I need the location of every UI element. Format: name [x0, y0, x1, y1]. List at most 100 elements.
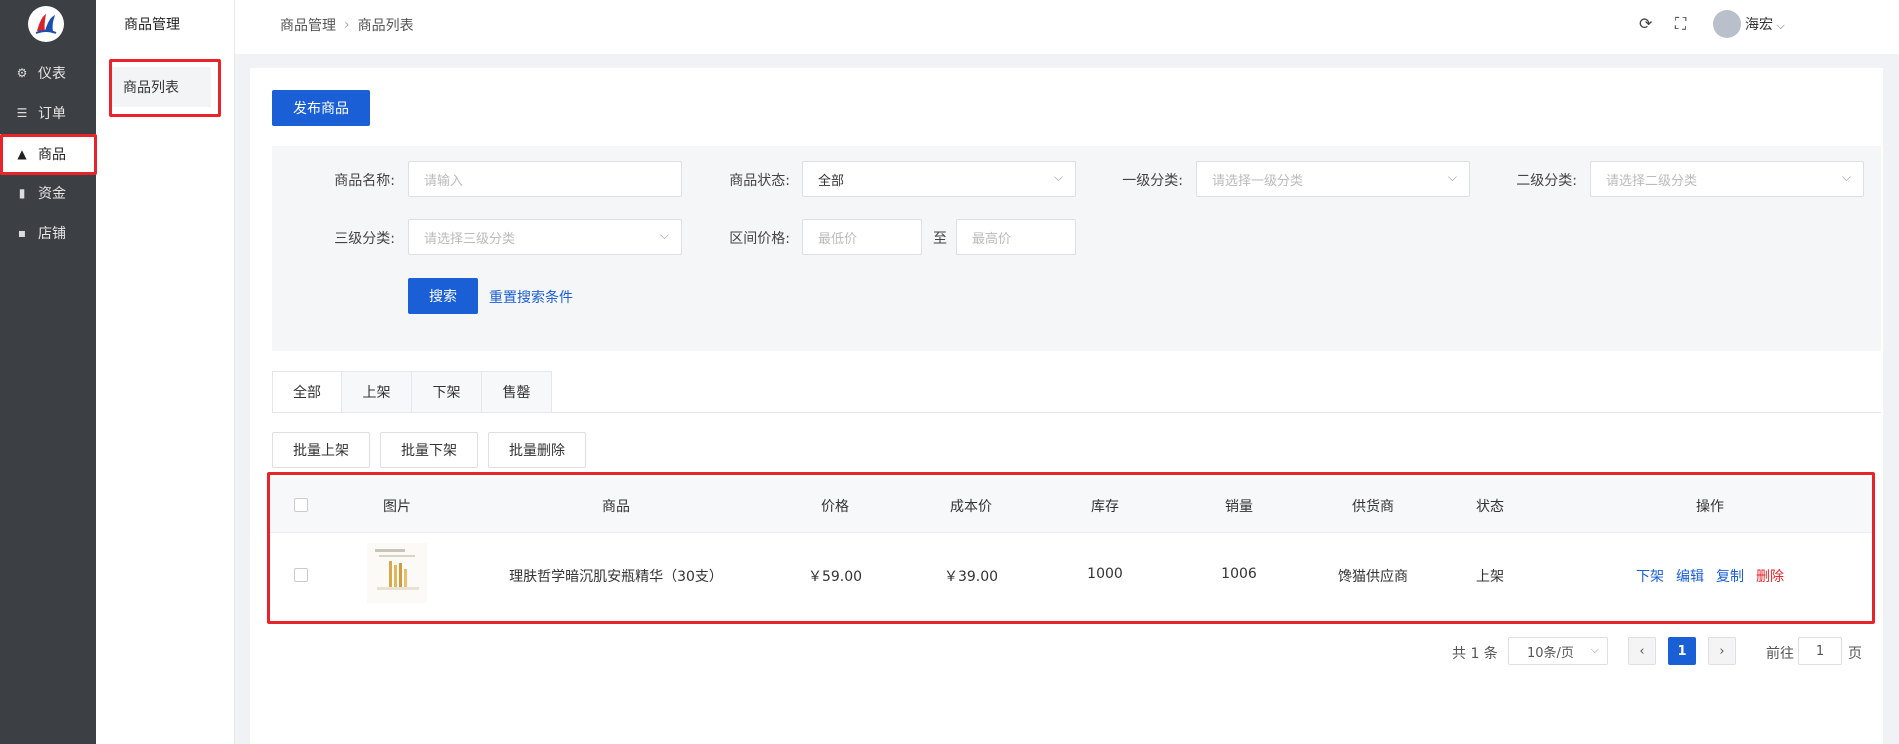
breadcrumb-item[interactable]: 商品管理: [280, 15, 336, 35]
sidebar-item-label: 店铺: [38, 226, 66, 242]
column-header: 商品: [602, 499, 630, 515]
refresh-icon[interactable]: ⟳: [1639, 14, 1652, 33]
sidebar-item-label: 资金: [38, 186, 66, 202]
category-2-select[interactable]: 请选择二级分类 ⌵: [1590, 161, 1864, 197]
column-header: 图片: [383, 499, 411, 515]
max-price-input[interactable]: 最高价: [956, 219, 1076, 255]
avatar[interactable]: [1713, 10, 1741, 38]
column-header: 供货商: [1352, 499, 1394, 515]
min-price-input[interactable]: 最低价: [802, 219, 922, 255]
product-stock: 1000: [1087, 566, 1123, 582]
chevron-down-icon: ⌵: [1590, 643, 1599, 656]
username[interactable]: 海宏 ⌵: [1745, 14, 1785, 34]
product-sales: 1006: [1221, 566, 1257, 582]
product-name-input[interactable]: 请输入: [408, 161, 682, 197]
main-sidebar: ⚙ 仪表 ☰ 订单 ▲ 商品 ▮ 资金 ▪ 店铺: [0, 0, 96, 744]
sidebar-item-label: 订单: [38, 106, 66, 122]
sub-sidebar-title: 商品管理: [124, 17, 180, 33]
cat3-label: 三级分类:: [334, 231, 395, 247]
page-suffix: 页: [1848, 646, 1862, 662]
category-1-select[interactable]: 请选择一级分类 ⌵: [1196, 161, 1470, 197]
bulk-delete-button[interactable]: 批量删除: [488, 432, 586, 468]
product-supplier: 馋猫供应商: [1338, 569, 1408, 585]
cat1-label: 一级分类:: [1122, 173, 1183, 189]
column-header: 价格: [821, 499, 849, 515]
prev-page-button[interactable]: ‹: [1628, 637, 1656, 665]
status-label: 商品状态:: [729, 173, 790, 189]
product-name[interactable]: 理肤哲学暗沉肌安瓶精华（30支）: [509, 566, 723, 586]
category-3-select[interactable]: 请选择三级分类 ⌵: [408, 219, 682, 255]
search-button[interactable]: 搜索: [408, 278, 478, 314]
top-bar: 商品管理 › 商品列表 ⟳ ⛶ 海宏 ⌵: [235, 0, 1899, 54]
column-header: 库存: [1091, 499, 1119, 515]
page-number-button[interactable]: 1: [1668, 637, 1696, 665]
money-icon: ▮: [18, 186, 26, 200]
table-row: 理肤哲学暗沉肌安瓶精华（30支） ￥59.00 ￥39.00 1000 1006…: [270, 533, 1872, 619]
chevron-down-icon: ⌵: [1841, 170, 1851, 184]
chevron-right-icon: ›: [1719, 643, 1725, 659]
sidebar-item-store[interactable]: ▪ 店铺: [0, 213, 96, 253]
breadcrumb: 商品管理 › 商品列表: [280, 15, 414, 35]
fullscreen-icon[interactable]: ⛶: [1675, 14, 1686, 34]
tab-off-shelf[interactable]: 下架: [412, 371, 482, 413]
off-shelf-link[interactable]: 下架: [1636, 566, 1664, 586]
price-to-text: 至: [933, 231, 947, 247]
username-label: 海宏: [1745, 17, 1773, 33]
reset-filters-link[interactable]: 重置搜索条件: [489, 287, 573, 307]
edit-link[interactable]: 编辑: [1676, 566, 1704, 586]
chevron-right-icon: ›: [344, 17, 350, 33]
name-label: 商品名称:: [334, 173, 395, 189]
status-select[interactable]: 全部 ⌵: [802, 161, 1076, 197]
table-header: 图片 商品 价格 成本价 库存 销量 供货商 状态 操作: [270, 477, 1872, 533]
column-header: 销量: [1225, 499, 1253, 515]
goto-page-input[interactable]: 1: [1798, 637, 1842, 665]
total-count: 共 1 条: [1452, 646, 1498, 662]
sidebar-item-orders[interactable]: ☰ 订单: [0, 93, 96, 133]
select-all-checkbox[interactable]: [294, 498, 308, 512]
status-select-value: 全部: [818, 173, 845, 189]
chevron-down-icon: ⌵: [1773, 19, 1785, 32]
tab-all[interactable]: 全部: [272, 371, 342, 413]
product-price: ￥59.00: [807, 569, 863, 585]
column-header: 成本价: [950, 499, 992, 515]
copy-link[interactable]: 复制: [1716, 566, 1744, 586]
sub-sidebar-item-product-list[interactable]: 商品列表: [109, 67, 211, 107]
tab-divider: [272, 412, 1881, 413]
column-header: 状态: [1476, 499, 1504, 515]
gear-icon: ⚙: [16, 66, 28, 80]
delete-link[interactable]: 删除: [1756, 566, 1784, 586]
sidebar-item-funds[interactable]: ▮ 资金: [0, 173, 96, 213]
chevron-down-icon: ⌵: [1053, 170, 1063, 184]
bulk-off-shelf-button[interactable]: 批量下架: [380, 432, 478, 468]
product-thumbnail[interactable]: [367, 543, 427, 603]
sub-sidebar: 商品管理 商品列表: [96, 0, 235, 744]
cat2-label: 二级分类:: [1516, 173, 1577, 189]
sidebar-item-label: 仪表: [38, 66, 66, 82]
sidebar-item-label: 商品: [38, 147, 66, 163]
tab-sold-out[interactable]: 售罄: [482, 371, 552, 413]
chevron-down-icon: ⌵: [1447, 170, 1457, 184]
chevron-left-icon: ‹: [1639, 643, 1645, 659]
page-size-value: 10条/页: [1527, 645, 1574, 661]
publish-product-button[interactable]: 发布商品: [272, 90, 370, 126]
store-icon: ▪: [17, 226, 27, 240]
page-size-select[interactable]: 10条/页 ⌵: [1508, 637, 1608, 665]
category-3-placeholder: 请选择三级分类: [424, 231, 516, 247]
logo[interactable]: [28, 6, 64, 42]
row-checkbox[interactable]: [294, 568, 308, 582]
bag-icon: ▲: [17, 147, 27, 161]
product-status: 上架: [1476, 569, 1504, 585]
column-header: 操作: [1696, 499, 1724, 515]
product-cost: ￥39.00: [943, 569, 999, 585]
breadcrumb-item: 商品列表: [357, 18, 414, 34]
goto-label: 前往: [1766, 646, 1794, 662]
sidebar-item-products[interactable]: ▲ 商品: [0, 134, 96, 174]
category-2-placeholder: 请选择二级分类: [1606, 173, 1698, 189]
tab-on-shelf[interactable]: 上架: [342, 371, 412, 413]
chevron-down-icon: ⌵: [659, 228, 669, 242]
list-icon: ☰: [16, 106, 28, 120]
status-tabs: 全部 上架 下架 售罄: [272, 371, 552, 413]
next-page-button[interactable]: ›: [1708, 637, 1736, 665]
sidebar-item-dashboard[interactable]: ⚙ 仪表: [0, 53, 96, 93]
bulk-on-shelf-button[interactable]: 批量上架: [272, 432, 370, 468]
